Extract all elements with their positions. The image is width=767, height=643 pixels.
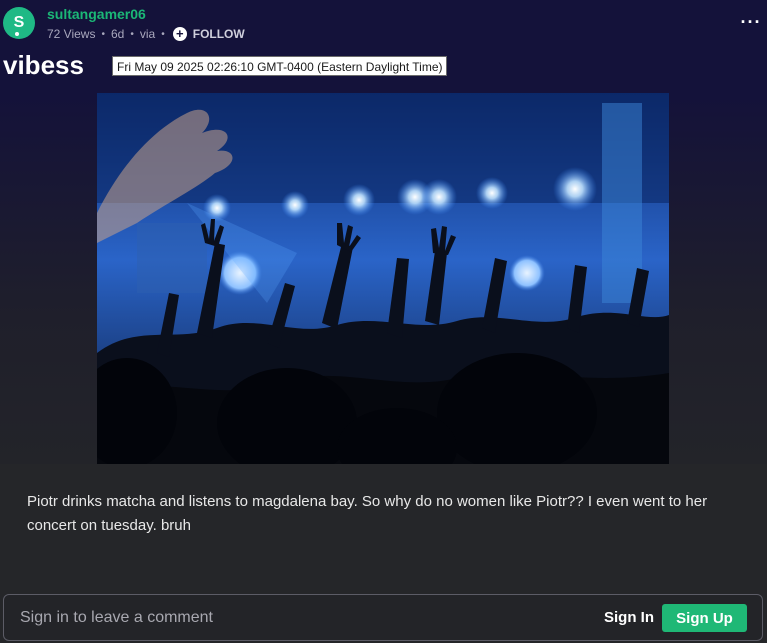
more-horizontal-icon: ··· — [740, 11, 762, 32]
comment-bar: Sign in to leave a comment Sign In Sign … — [3, 594, 763, 641]
meta-separator: • — [161, 28, 165, 40]
timestamp-tooltip: Fri May 09 2025 02:26:10 GMT-0400 (Easte… — [112, 56, 448, 76]
post-caption: Piotr drinks matcha and listens to magda… — [27, 493, 708, 534]
username-link[interactable]: sultangamer06 — [47, 6, 146, 22]
view-count: 72 Views — [47, 27, 96, 41]
via-label: via — [139, 27, 156, 41]
sign-up-button[interactable]: Sign Up — [662, 604, 747, 632]
comment-prompt[interactable]: Sign in to leave a comment — [20, 609, 213, 627]
concert-image-illustration — [97, 93, 669, 464]
user-avatar[interactable]: S — [3, 7, 35, 39]
more-options-button[interactable]: ··· — [739, 11, 763, 33]
post-title: vibess — [3, 50, 84, 80]
avatar-letter: S — [13, 14, 25, 31]
follow-label: FOLLOW — [192, 27, 245, 41]
post-meta: 72 Views • 6d • via • + FOLLOW — [47, 26, 245, 42]
meta-separator: • — [101, 28, 105, 40]
follow-button[interactable]: + FOLLOW — [172, 27, 245, 41]
meta-separator: • — [130, 28, 134, 40]
sign-in-button[interactable]: Sign In — [604, 609, 654, 626]
post-age: 6d — [111, 27, 125, 41]
avatar-dot — [15, 32, 19, 36]
post-image[interactable] — [97, 93, 669, 464]
plus-circle-icon: + — [172, 27, 187, 41]
